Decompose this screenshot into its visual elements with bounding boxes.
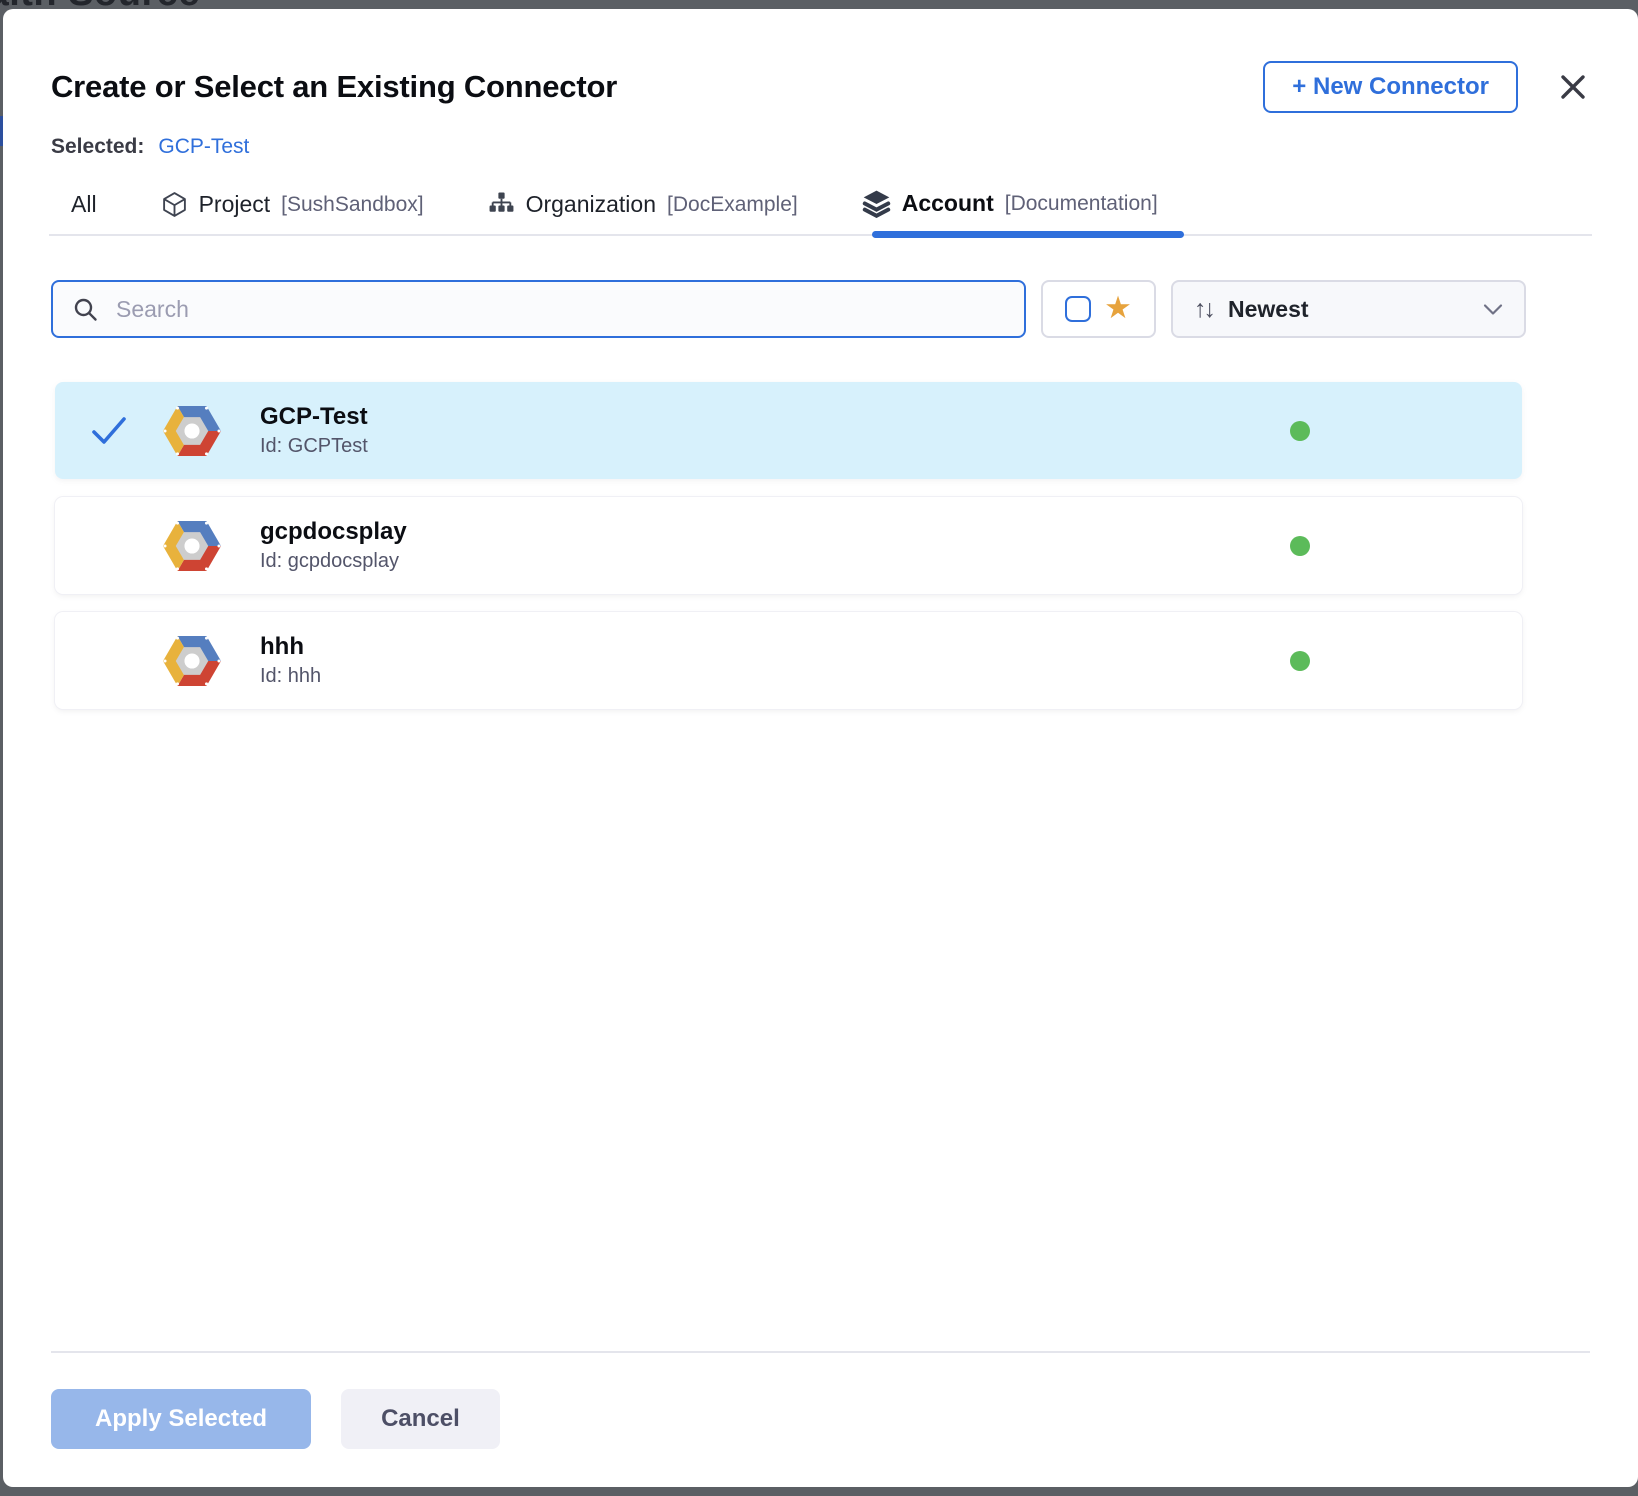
connector-row-hhh[interactable]: hhh Id: hhh <box>55 612 1522 709</box>
favorites-filter[interactable]: ★ <box>1041 280 1156 338</box>
tab-account-scope: [Documentation] <box>1005 192 1158 216</box>
apply-selected-button[interactable]: Apply Selected <box>51 1389 311 1449</box>
search-icon <box>72 296 99 323</box>
connector-id: Id: gcpdocsplay <box>260 550 407 573</box>
org-chart-icon <box>488 191 515 218</box>
selected-connector-line: Selected: GCP-Test <box>51 135 1590 159</box>
modal-header: Create or Select an Existing Connector +… <box>51 61 1590 113</box>
tab-organization-label: Organization <box>526 191 656 218</box>
connector-id: Id: GCPTest <box>260 435 368 458</box>
status-connected-dot <box>1290 651 1310 671</box>
connector-list: GCP-Test Id: GCPTest gcpd <box>55 382 1522 727</box>
cancel-button[interactable]: Cancel <box>341 1389 500 1449</box>
connector-info: hhh Id: hhh <box>260 633 321 688</box>
modal-footer: Apply Selected Cancel <box>51 1389 1590 1449</box>
connector-name: hhh <box>260 633 321 661</box>
connector-row-gcp-test[interactable]: GCP-Test Id: GCPTest <box>55 382 1522 479</box>
connector-row-gcpdocsplay[interactable]: gcpdocsplay Id: gcpdocsplay <box>55 497 1522 594</box>
tabs-divider <box>49 234 1592 236</box>
status-connected-dot <box>1290 421 1310 441</box>
connector-select-modal: Create or Select an Existing Connector +… <box>3 9 1638 1487</box>
tab-project-scope: [SushSandbox] <box>281 193 423 217</box>
gcp-logo-icon <box>163 517 221 575</box>
sort-arrows-icon: ↑↓ <box>1194 295 1213 324</box>
cube-icon <box>161 191 188 218</box>
connector-info: gcpdocsplay Id: gcpdocsplay <box>260 518 407 573</box>
tab-account-label: Account <box>902 190 994 217</box>
tab-project[interactable]: Project [SushSandbox] <box>161 191 424 234</box>
gcp-logo-icon <box>163 402 221 460</box>
scope-tabs: All Project [SushSandbox] <box>51 189 1590 234</box>
tab-organization-scope: [DocExample] <box>667 193 798 217</box>
footer-divider <box>51 1351 1590 1353</box>
selected-check-col <box>55 415 163 447</box>
status-connected-dot <box>1290 536 1310 556</box>
tab-account[interactable]: Account [Documentation] <box>862 189 1158 234</box>
tab-project-label: Project <box>199 191 271 218</box>
selected-label: Selected: <box>51 135 144 159</box>
sort-dropdown[interactable]: ↑↓ Newest <box>1171 280 1526 338</box>
layers-icon <box>862 189 891 218</box>
connector-name: GCP-Test <box>260 403 368 431</box>
sort-selected-value: Newest <box>1228 296 1309 323</box>
connector-info: GCP-Test Id: GCPTest <box>260 403 368 458</box>
selected-connector-link[interactable]: GCP-Test <box>158 135 249 159</box>
tab-organization[interactable]: Organization [DocExample] <box>488 191 798 234</box>
tab-all[interactable]: All <box>71 191 97 234</box>
connector-name: gcpdocsplay <box>260 518 407 546</box>
search-box <box>51 280 1026 338</box>
gcp-logo-icon <box>163 632 221 690</box>
search-input[interactable] <box>114 295 1005 324</box>
tab-all-label: All <box>71 191 97 218</box>
close-button[interactable] <box>1556 70 1590 104</box>
list-toolbar: ★ ↑↓ Newest <box>51 280 1590 338</box>
new-connector-button[interactable]: + New Connector <box>1263 61 1518 113</box>
star-icon: ★ <box>1104 292 1132 323</box>
check-icon <box>90 415 128 447</box>
page-title: Create or Select an Existing Connector <box>51 69 617 105</box>
connector-id: Id: hhh <box>260 665 321 688</box>
chevron-down-icon <box>1483 303 1503 316</box>
favorites-checkbox[interactable] <box>1065 296 1091 322</box>
close-icon <box>1558 72 1588 102</box>
